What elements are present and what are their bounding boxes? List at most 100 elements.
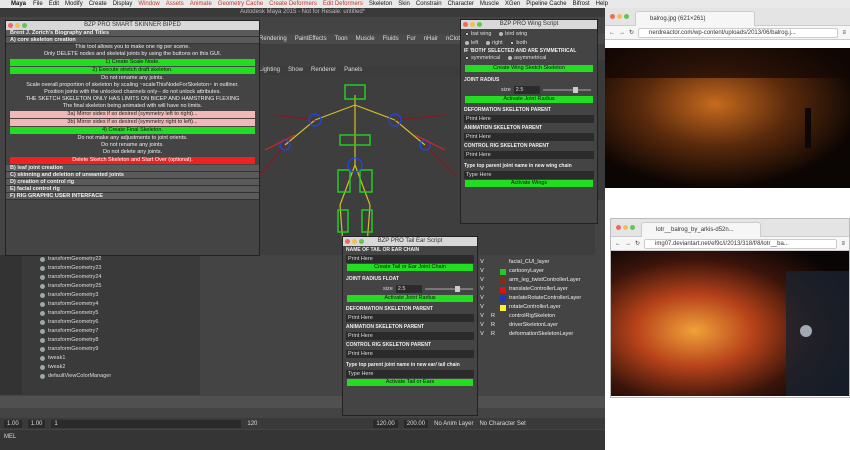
menu-item[interactable]: XGen [505,0,520,8]
close-icon[interactable] [616,225,621,230]
menu-item[interactable]: Muscle [480,0,499,8]
radio-symmetrical[interactable]: symmetrical [465,55,500,61]
menu-item[interactable]: Pipeline Cache [526,0,566,8]
layer-color-swatch[interactable] [500,313,506,320]
outliner-item[interactable]: transformGeometry7 [0,327,200,336]
section-skinning[interactable]: C) skinning and deletion of unwanted joi… [6,172,259,179]
tail-type-field[interactable]: Type Here [346,370,474,378]
mel-bar[interactable]: MEL [0,430,605,450]
viewport-menu-item[interactable]: Renderer [311,66,336,75]
menu-item[interactable]: Create [89,0,107,8]
zoom-icon[interactable] [624,14,629,19]
layer-visibility[interactable]: V [478,294,486,303]
shelf-tab[interactable]: PaintEffects [295,36,327,42]
tail-anim-field[interactable]: Print Here [346,332,474,340]
menu-item[interactable]: Edit [49,0,59,8]
create-final-skeleton-button[interactable]: 4) Create Final Skeleton. [10,127,255,134]
menu-item[interactable]: Bifrost [573,0,590,8]
execute-stretch-button[interactable]: 2) Execute stretch draft skeleton. [10,67,255,74]
menu-item[interactable]: Window [138,0,159,8]
menu-item[interactable]: Help [596,0,608,8]
layer-row[interactable]: Vfacial_CUI_layer [478,258,596,267]
layer-color-swatch[interactable] [500,259,506,266]
outliner-item[interactable]: transformGeometry23 [0,264,200,273]
layer-playback[interactable]: R [489,330,497,339]
layer-row[interactable]: Varm_leg_twistControllerLayer [478,276,596,285]
layer-color-swatch[interactable] [500,286,506,293]
section-facial[interactable]: E) facial control rig [6,186,259,193]
zoom-icon[interactable] [630,225,635,230]
radio-bird-wing[interactable]: bird wing [499,31,527,37]
def-parent-field[interactable]: Print Here [464,115,594,123]
menu-item[interactable]: Display [113,0,133,8]
ctrl-parent-field[interactable]: Print Here [464,151,594,159]
minimize-icon[interactable] [15,23,20,28]
reload-icon[interactable]: ↻ [635,240,640,247]
menu-item[interactable]: Modify [65,0,83,8]
section-leaf[interactable]: B) leaf joint creation [6,165,259,172]
mirror-right-button[interactable]: 3b) Mirror sides if so desired (symmetry… [10,119,255,126]
close-icon[interactable] [345,239,350,244]
layer-row[interactable]: VtranlateRotateControllerLayer [478,294,596,303]
outliner-item[interactable]: tweak2 [0,363,200,372]
close-icon[interactable] [8,23,13,28]
menu-item[interactable]: File [33,0,43,8]
browser2-tab[interactable]: lotr__balrog_by_arkis-d52n... [641,222,761,237]
start-field[interactable]: 1.00 [4,419,22,428]
layer-row[interactable]: V RdeformationSkeletonLayer [478,330,596,339]
outliner-item[interactable]: transformGeometry4 [0,300,200,309]
outliner-item[interactable]: transformGeometry8 [0,336,200,345]
outliner-item[interactable]: transformGeometry3 [0,291,200,300]
joint-radius-slider[interactable]: size 2.5 [461,86,597,94]
create-scale-node-button[interactable]: 1) Create Scale Node. [10,59,255,66]
back-icon[interactable]: ← [615,241,621,247]
outliner-item[interactable]: tweak1 [0,354,200,363]
minimize-icon[interactable] [617,14,622,19]
anim-parent-field[interactable]: Print Here [464,133,594,141]
outliner-item[interactable]: transformGeometry5 [0,309,200,318]
layer-visibility[interactable]: V [478,330,486,339]
layer-visibility[interactable]: V [478,312,486,321]
browser1-tab[interactable]: balrog.jpg (621×261) [635,11,755,26]
layer-visibility[interactable]: V [478,303,486,312]
menu-item[interactable]: Skin [398,0,410,8]
tail-ctrl-field[interactable]: Print Here [346,350,474,358]
layer-visibility[interactable]: V [478,267,486,276]
layer-visibility[interactable]: V [478,276,486,285]
close-icon[interactable] [610,14,615,19]
zoom-icon[interactable] [477,22,482,27]
shelf-tab[interactable]: Fluids [383,36,399,42]
menu-item[interactable]: Create Deformers [269,0,317,8]
layer-visibility[interactable]: V [478,258,486,267]
mirror-left-button[interactable]: 3a) Mirror sides if so desired (symmetry… [10,111,255,118]
layer-visibility[interactable]: V [478,285,486,294]
tail-def-field[interactable]: Print Here [346,314,474,322]
menu-icon[interactable]: ≡ [842,30,850,36]
anim-layer[interactable]: No Anim Layer [434,421,473,427]
menu-item[interactable]: Character [448,0,474,8]
shelf-tab[interactable]: Rendering [259,36,287,42]
layer-color-swatch[interactable] [500,304,506,311]
create-tail-button[interactable]: Create Tail or Ear Joint Chain [347,264,473,271]
forward-icon[interactable]: → [619,30,625,36]
minimize-icon[interactable] [352,239,357,244]
outliner-item[interactable]: transformGeometry6 [0,318,200,327]
end2-field[interactable]: 200.00 [403,419,429,428]
tail-radius-slider[interactable]: size 2.5 [343,285,477,293]
layer-visibility[interactable]: V [478,321,486,330]
end-field[interactable]: 120.00 [373,419,398,428]
type-parent-field[interactable]: Type Here [464,171,594,179]
layer-color-swatch[interactable] [500,268,506,275]
start2-field[interactable]: 1.00 [27,419,46,428]
forward-icon[interactable]: → [625,241,631,247]
viewport-menu-item[interactable]: Lighting [259,66,280,75]
menu-item[interactable]: Constrain [416,0,442,8]
menu-icon[interactable]: ≡ [841,241,849,247]
viewport-menu-item[interactable]: Panels [344,66,362,75]
layer-row[interactable]: VcartoonyLayer [478,267,596,276]
layer-row[interactable]: V RcontrolRigSkeleton [478,312,596,321]
section-gui[interactable]: F) RIG GRAPHIC USER INTERFACE [6,193,259,200]
menu-item[interactable]: Edit Deformers [323,0,363,8]
menu-item[interactable]: Geometry Cache [218,0,263,8]
section-control-rig[interactable]: D) creation of control rig [6,179,259,186]
